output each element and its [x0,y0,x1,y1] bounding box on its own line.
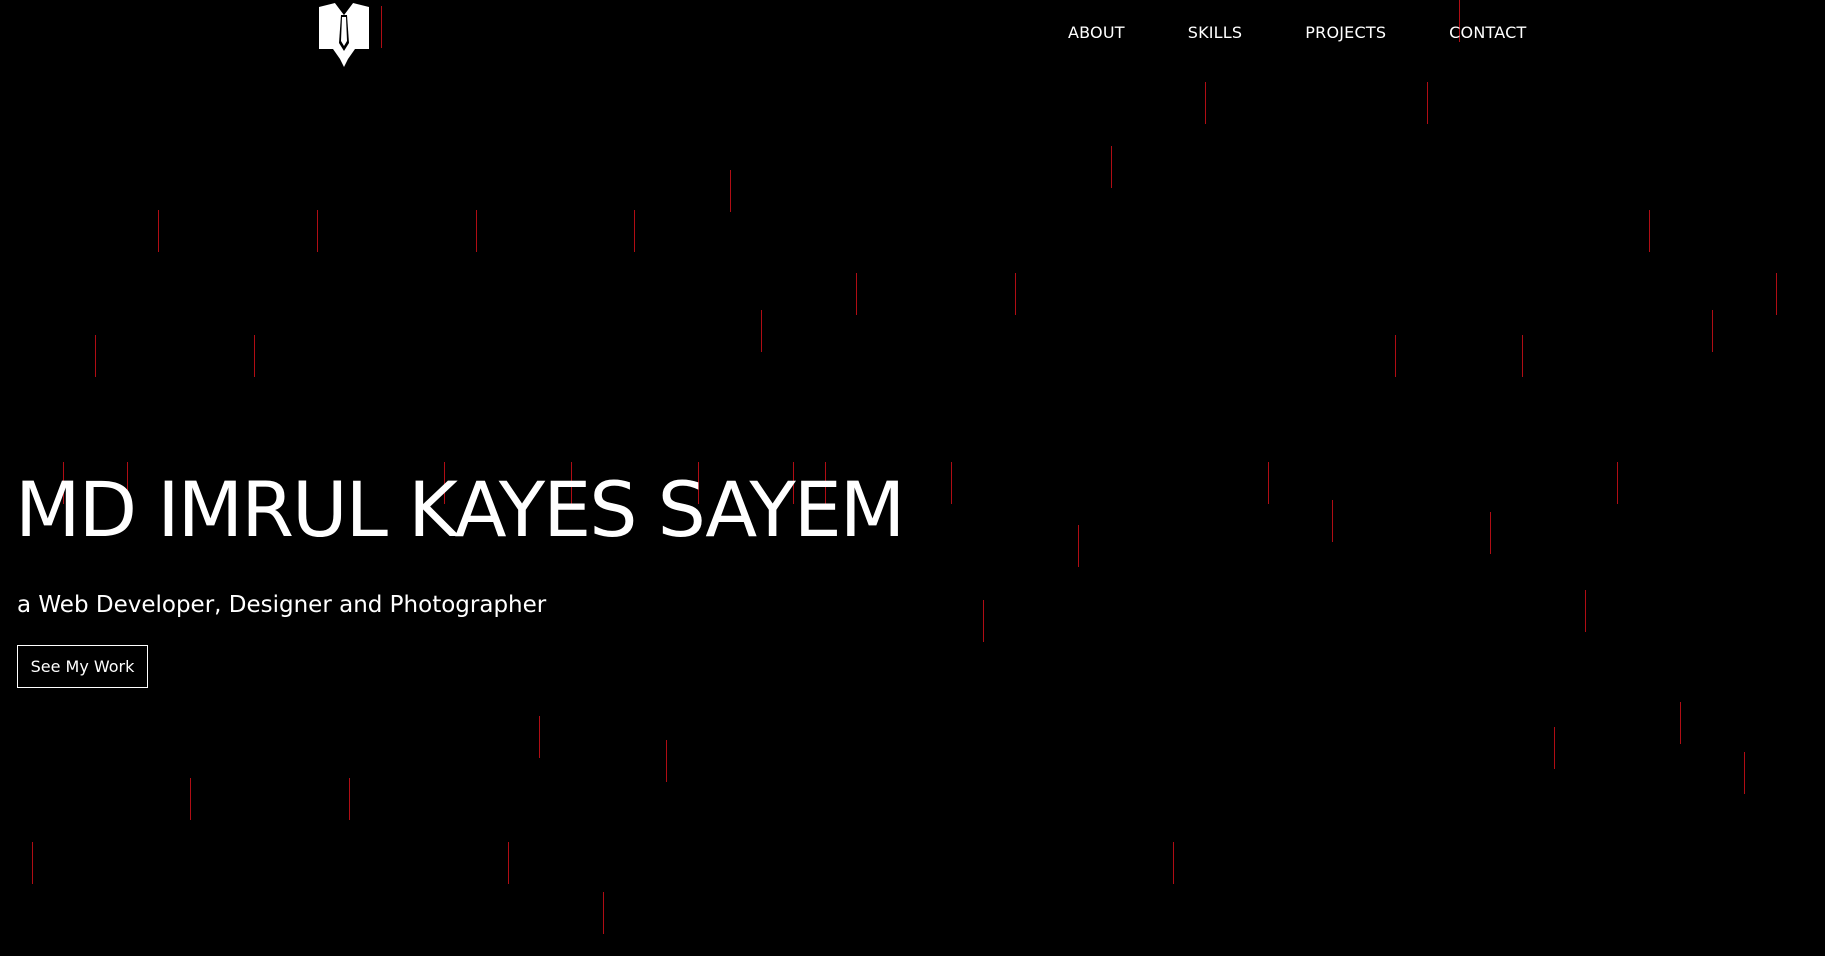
rain-streak [1078,525,1079,567]
main-nav: ABOUT SKILLS PROJECTS CONTACT [1068,22,1526,44]
rain-streak [1712,310,1713,352]
nav-item-skills[interactable]: SKILLS [1188,22,1243,44]
rain-streak [951,462,952,504]
rain-streak [761,310,762,352]
rain-streak [983,600,984,642]
rain-streak [1744,752,1745,794]
rain-streak [1585,590,1586,632]
rain-streak [1205,82,1206,124]
rain-streak [1111,146,1112,188]
hero-subtitle: a Web Developer, Designer and Photograph… [17,592,547,618]
rain-streak [476,210,477,252]
rain-streak [1617,462,1618,504]
rain-streak [1490,512,1491,554]
rain-streak [508,842,509,884]
rain-streak [634,210,635,252]
rain-streak [1015,273,1016,315]
rain-streak [32,842,33,884]
see-my-work-button[interactable]: See My Work [17,645,148,688]
rain-streak [95,335,96,377]
rain-streak [349,778,350,820]
suit-and-tie-logo-icon[interactable] [319,3,369,67]
rain-streak [317,210,318,252]
rain-streak [1680,702,1681,744]
nav-item-about[interactable]: ABOUT [1068,22,1125,44]
nav-item-contact[interactable]: CONTACT [1449,22,1526,44]
rain-streak [1268,462,1269,504]
rain-streak [190,778,191,820]
rain-streak [381,6,382,48]
rain-streak [1649,210,1650,252]
rain-streak [1522,335,1523,377]
rain-streak [539,716,540,758]
rain-streak [1173,842,1174,884]
page: ABOUT SKILLS PROJECTS CONTACT MD IMRUL K… [0,0,1825,956]
rain-streak [1427,82,1428,124]
rain-streak [603,892,604,934]
rain-streak [1395,335,1396,377]
rain-streak [158,210,159,252]
rain-streak [254,335,255,377]
rain-streak [1554,727,1555,769]
hero-title: MD IMRUL KAYES SAYEM [15,465,905,554]
rain-streak [1776,273,1777,315]
rain-streak [730,170,731,212]
rain-streak [666,740,667,782]
nav-item-projects[interactable]: PROJECTS [1305,22,1386,44]
rain-streak [856,273,857,315]
rain-streak [1332,500,1333,542]
